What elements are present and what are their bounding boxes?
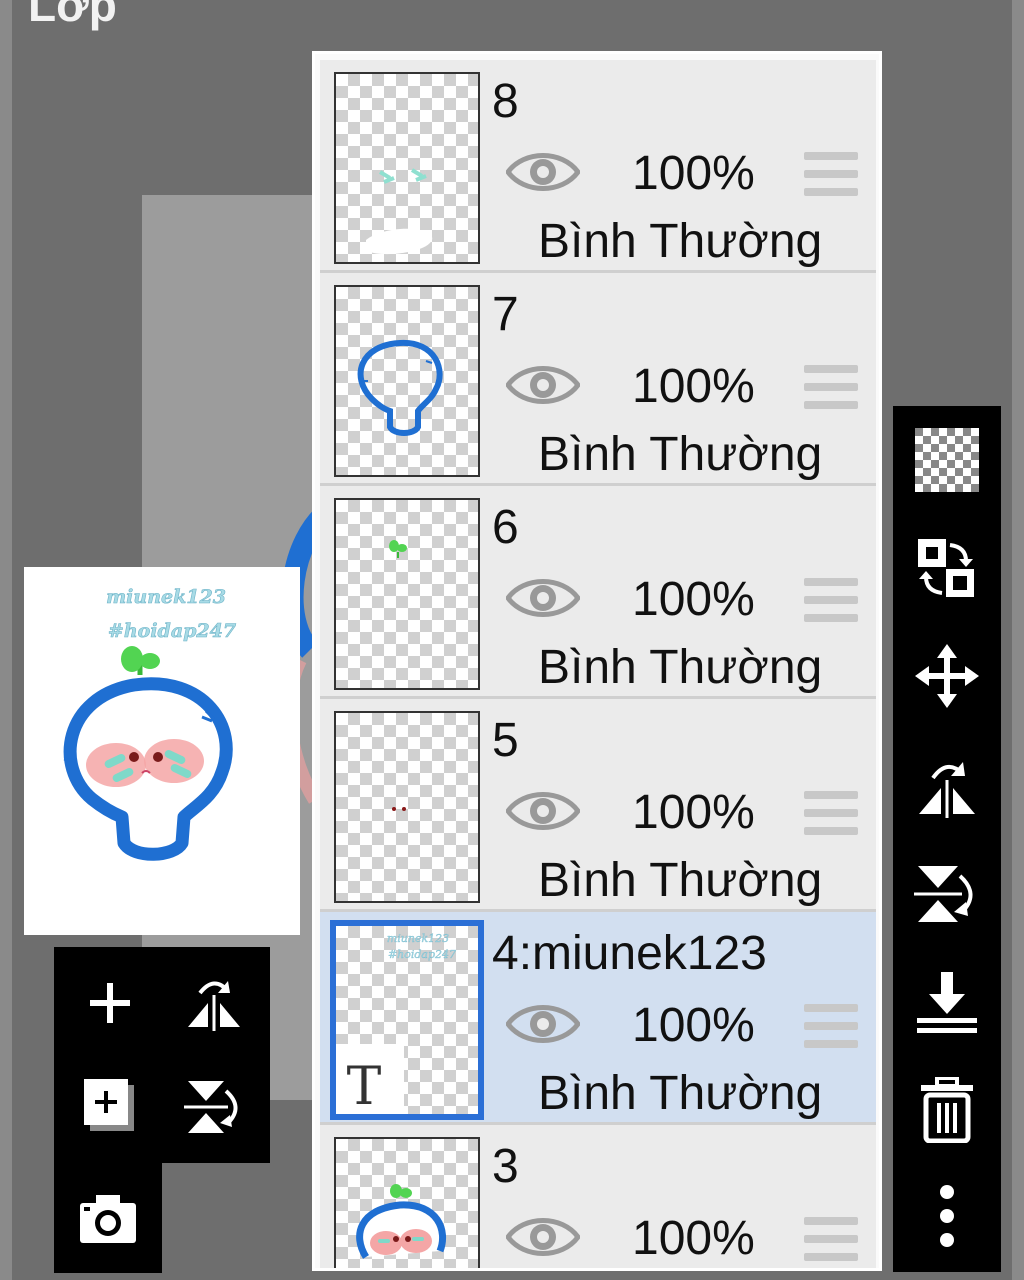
thumb-text-2: #hoidap247 [388,948,456,961]
merge-down-icon[interactable] [893,968,1001,1036]
layer-thumbnail[interactable] [334,285,480,477]
layer-row[interactable]: 3100%Bình Thường [320,1125,876,1268]
layer-name: 8 [492,75,519,128]
drag-handle-icon[interactable] [804,1217,858,1261]
thumbnail-preview[interactable]: miunek123 #hoidap247 [24,567,300,935]
swap-layers-icon[interactable] [893,534,1001,602]
more-vertical-icon[interactable] [893,1180,1001,1252]
add-layer-copy-icon[interactable] [74,1071,146,1143]
thumb-watermark-1: miunek123 [106,586,226,608]
text-layer-marker: T [347,1057,382,1114]
layer-opacity[interactable]: 100% [632,572,755,627]
eye-icon[interactable] [504,1000,582,1053]
eye-icon[interactable] [504,361,582,414]
flip-vertical-icon[interactable] [178,1071,250,1143]
layer-blend-mode[interactable]: Bình Thường [538,214,822,269]
layer-name: 5 [492,714,519,767]
drag-handle-icon[interactable] [804,791,858,835]
layer-opacity[interactable]: 100% [632,359,755,414]
layer-blend-mode[interactable]: Bình Thường [538,853,822,908]
frame-left [0,0,12,1280]
layer-blend-mode[interactable]: Bình Thường [538,427,822,482]
eye-icon[interactable] [504,787,582,840]
layer-row[interactable]: 8 100% Bình Thường [320,60,876,273]
layer-thumbnail[interactable] [334,1137,480,1268]
layer-opacity[interactable]: 100% [632,998,755,1053]
layer-name: 4:miunek123 [492,927,767,980]
layer-name: 3 [492,1140,519,1193]
layer-blend-mode[interactable]: Bình Thường [538,1066,822,1121]
layer-thumbnail[interactable] [334,72,480,264]
panel-title: Lớp [28,0,117,31]
camera-toolbar [54,1163,162,1273]
layer-row[interactable]: 6 100% Bình Thường [320,486,876,699]
move-icon[interactable] [893,642,1001,710]
flip-vertical-icon-right[interactable] [893,860,1001,928]
layer-thumbnail[interactable]: miunek123 #hoidap247 T [330,920,484,1120]
add-layer-icon[interactable] [74,967,146,1039]
layer-row[interactable]: 5 100% Bình Thường [320,699,876,912]
layers-panel: 8 100% Bình Thường 7 100% Bình Thường 6 100% Bìn… [312,51,882,1271]
layer-tools-sidebar [893,406,1001,1272]
layer-actions-toolbar [54,947,270,1163]
thumb-text-1: miunek123 [387,932,449,945]
drag-handle-icon[interactable] [804,365,858,409]
layer-opacity[interactable]: 100% [632,1211,755,1266]
drag-handle-icon[interactable] [804,152,858,196]
layers-list: 8 100% Bình Thường 7 100% Bình Thường 6 100% Bìn… [320,60,876,1268]
layer-opacity[interactable]: 100% [632,785,755,840]
layer-blend-mode[interactable]: Bình Thường [538,640,822,695]
drag-handle-icon[interactable] [804,1004,858,1048]
frame-right [1012,0,1024,1280]
layer-thumbnail[interactable] [334,498,480,690]
eye-icon[interactable] [504,574,582,627]
drag-handle-icon[interactable] [804,578,858,622]
flip-horizontal-icon[interactable] [178,967,250,1039]
eye-icon[interactable] [504,148,582,201]
layer-name: 7 [492,288,519,341]
camera-icon[interactable] [72,1183,144,1255]
trash-icon[interactable] [893,1074,1001,1146]
layer-name: 6 [492,501,519,554]
layer-opacity[interactable]: 100% [632,146,755,201]
flip-horizontal-icon-right[interactable] [893,750,1001,822]
thumb-watermark-2: #hoidap247 [108,620,236,642]
layer-thumbnail[interactable] [334,711,480,903]
transparency-checker-icon[interactable] [893,426,1001,494]
layer-row[interactable]: 7 100% Bình Thường [320,273,876,486]
layer-row[interactable]: miunek123 #hoidap247 T 4:miunek123 100% Bình … [320,912,876,1125]
character-illustration: miunek123 #hoidap247 [63,586,236,861]
eye-icon[interactable] [504,1213,582,1266]
